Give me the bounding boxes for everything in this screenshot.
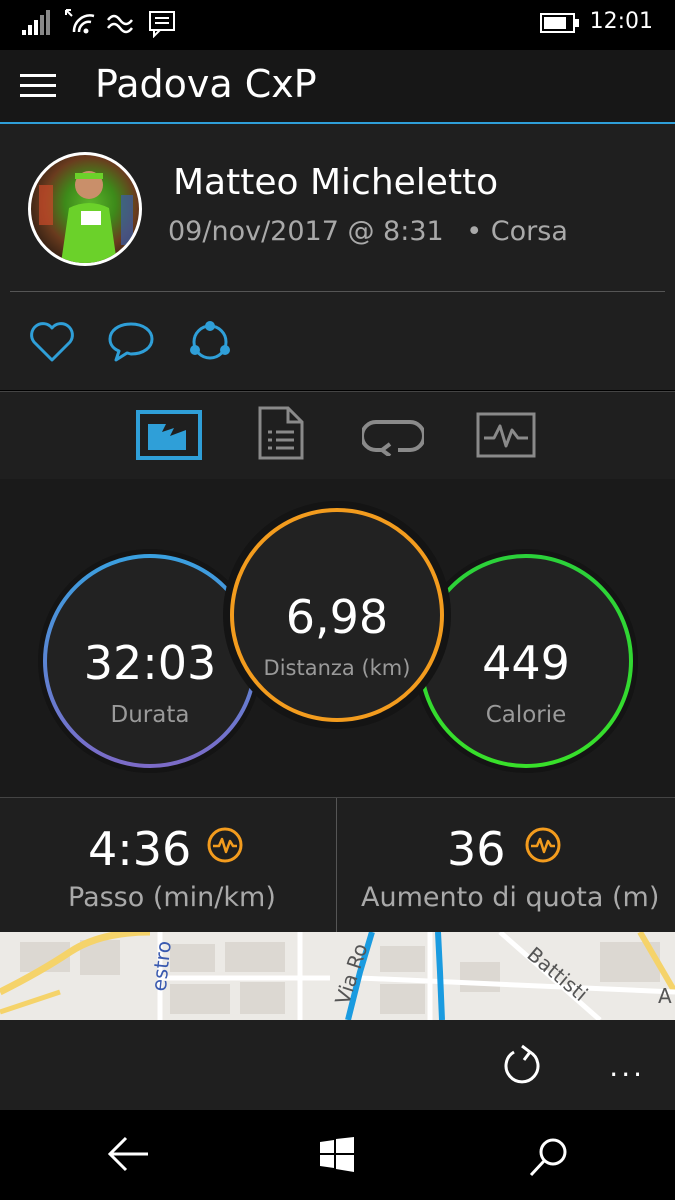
chart-badge-icon <box>207 827 243 863</box>
tab-overview[interactable] <box>136 410 202 460</box>
activity-header: Matteo Micheletto 09/nov/2017 @ 8:31 • C… <box>0 124 675 390</box>
avatar-photo <box>39 171 133 263</box>
divider <box>10 291 665 292</box>
tab-details[interactable] <box>258 406 304 460</box>
distance-stat[interactable]: 6,98 Distanza (km) <box>232 510 442 720</box>
duration-stat[interactable]: 32:03 Durata <box>45 556 255 766</box>
activity-datetime: 09/nov/2017 @ 8:31 <box>168 216 444 247</box>
comment-icon[interactable] <box>106 320 156 364</box>
app-bar: ... <box>0 1020 675 1110</box>
windows-icon[interactable] <box>318 1136 356 1174</box>
wifi-icon <box>65 9 95 34</box>
status-bar: 12:01 <box>0 0 675 50</box>
pace-label: Passo (min/km) <box>68 882 276 913</box>
tab-laps[interactable] <box>362 416 424 456</box>
app-header: Padova CxP <box>0 50 675 124</box>
pace-value: 4:36 <box>88 822 192 876</box>
clock: 12:01 <box>589 9 653 34</box>
calories-label: Calorie <box>485 702 567 728</box>
back-icon[interactable] <box>108 1136 150 1172</box>
activity-meta: 09/nov/2017 @ 8:31 • Corsa <box>168 216 568 247</box>
message-icon <box>149 11 175 38</box>
duration-value: 32:03 <box>83 636 217 690</box>
distance-label: Distanza (km) <box>263 656 411 680</box>
chart-badge-icon <box>525 827 561 863</box>
user-name[interactable]: Matteo Micheletto <box>173 162 498 203</box>
elevation-metric[interactable]: 36 Aumento di quota (m) <box>337 798 675 932</box>
battery-icon <box>540 13 579 33</box>
more-button[interactable]: ... <box>609 1050 645 1083</box>
metrics-panel: 4:36 Passo (min/km) 36 Aumento di quota … <box>0 797 675 932</box>
social-actions <box>28 320 248 364</box>
activity-type: • Corsa <box>466 216 568 247</box>
heart-icon[interactable] <box>28 320 76 364</box>
tab-chart[interactable] <box>476 412 536 458</box>
calories-stat[interactable]: 449 Calorie <box>421 556 631 766</box>
search-icon[interactable] <box>528 1136 570 1178</box>
duration-label: Durata <box>110 702 190 728</box>
signal-icon <box>22 10 50 35</box>
page-title: Padova CxP <box>95 62 317 106</box>
pace-metric[interactable]: 4:36 Passo (min/km) <box>0 798 336 932</box>
hamburger-icon[interactable] <box>20 74 56 98</box>
data-sync-icon <box>107 14 133 34</box>
refresh-icon[interactable] <box>500 1044 542 1086</box>
avatar[interactable] <box>28 152 142 266</box>
stats-panel: 32:03 Durata 6,98 Distanza (km) 449 Calo… <box>0 479 675 797</box>
system-nav-bar <box>0 1110 675 1200</box>
activity-tabs <box>0 391 675 480</box>
map-street-label: A <box>658 984 672 1008</box>
elevation-label: Aumento di quota (m) <box>361 882 660 913</box>
route-map[interactable]: estro Via Ro Battisti A <box>0 932 675 1020</box>
calories-value: 449 <box>482 636 570 690</box>
distance-value: 6,98 <box>285 590 389 644</box>
elevation-value: 36 <box>447 822 506 876</box>
share-icon[interactable] <box>186 320 234 364</box>
